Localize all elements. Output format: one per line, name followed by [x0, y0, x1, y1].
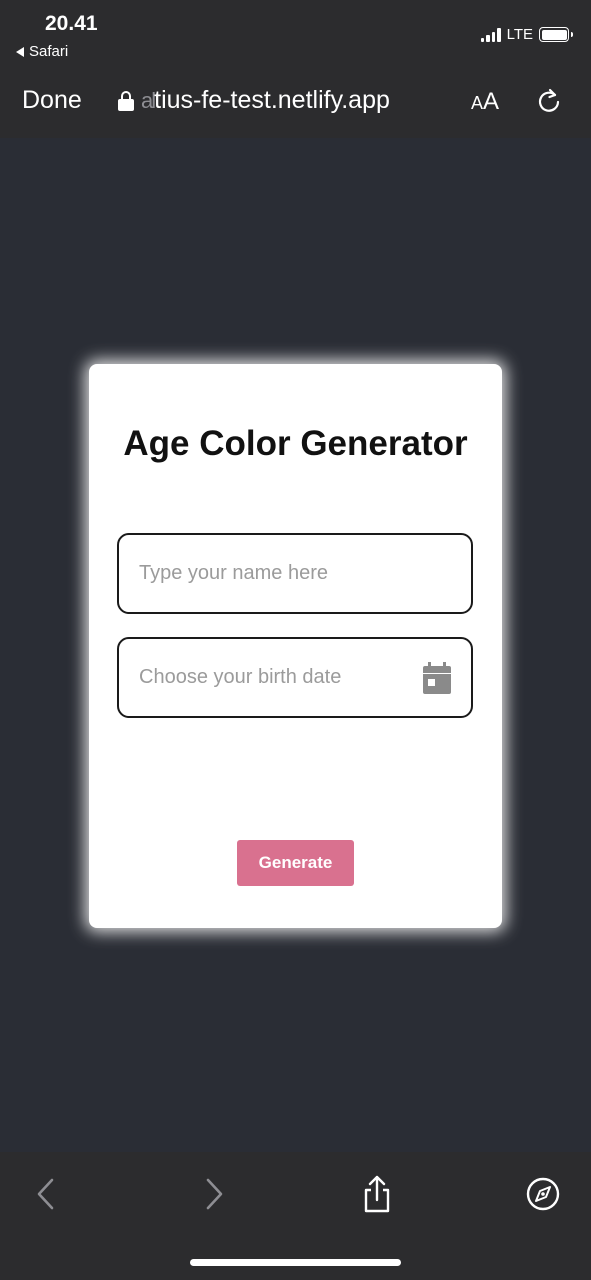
- status-time: 20.41: [45, 12, 98, 35]
- share-icon[interactable]: [359, 1174, 395, 1214]
- text-size-big-glyph: A: [483, 88, 500, 115]
- url-faded-prefix: al: [141, 88, 156, 113]
- back-arrow-icon[interactable]: [28, 1174, 64, 1214]
- back-to-app-link[interactable]: Safari: [16, 43, 68, 60]
- signal-bars-icon: [480, 27, 501, 42]
- card-title: Age Color Generator: [123, 424, 468, 463]
- birth-date-placeholder: Choose your birth date: [139, 666, 342, 688]
- generate-button[interactable]: Generate: [237, 840, 354, 886]
- done-button[interactable]: Done: [22, 86, 82, 115]
- url-text: altius-fe-test.netlify.app: [141, 86, 390, 115]
- browser-top-chrome: 20.41 Safari LTE Done altius-fe-test.net…: [0, 0, 591, 138]
- calendar-icon[interactable]: [423, 661, 451, 694]
- name-input[interactable]: [139, 562, 451, 585]
- reload-icon[interactable]: [536, 87, 562, 115]
- url-bar[interactable]: altius-fe-test.netlify.app: [118, 86, 390, 115]
- status-indicators: LTE: [480, 26, 573, 43]
- back-app-label: Safari: [29, 43, 69, 60]
- lock-icon: [118, 90, 134, 111]
- back-triangle-icon: [16, 46, 24, 57]
- text-size-small-glyph: A: [471, 93, 484, 113]
- text-size-button[interactable]: AA: [471, 88, 499, 116]
- home-indicator[interactable]: [190, 1259, 401, 1266]
- network-type-label: LTE: [506, 26, 533, 43]
- age-color-card: Age Color Generator Choose your birth da…: [89, 364, 502, 928]
- url-domain: tius-fe-test.netlify.app: [154, 86, 390, 114]
- birth-date-field[interactable]: Choose your birth date: [117, 637, 473, 718]
- forward-arrow-icon[interactable]: [196, 1174, 232, 1214]
- battery-icon: [539, 27, 573, 42]
- name-field[interactable]: [117, 533, 473, 614]
- compass-icon[interactable]: [525, 1174, 561, 1214]
